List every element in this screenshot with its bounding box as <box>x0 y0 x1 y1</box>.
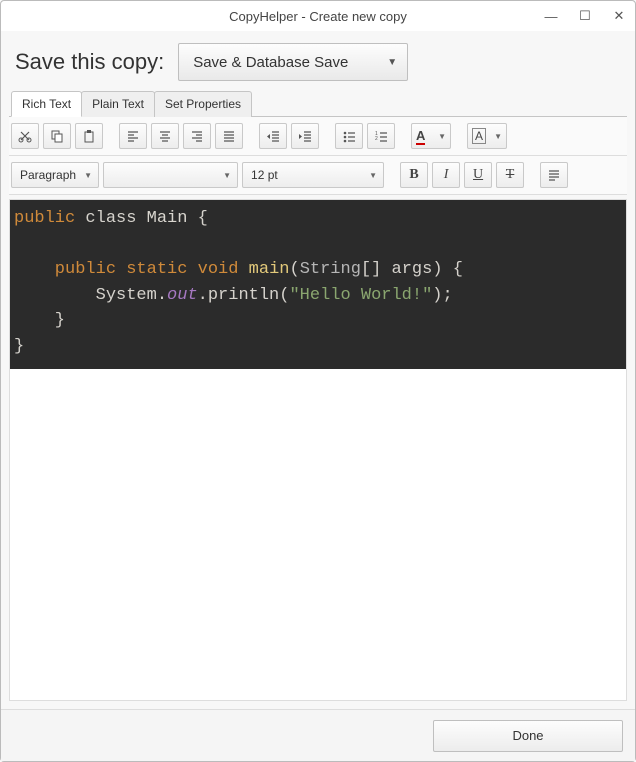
block-format-combo[interactable]: Paragraph ▼ <box>11 162 99 188</box>
chevron-down-icon: ▼ <box>494 132 502 141</box>
align-right-icon <box>190 129 204 143</box>
content-area: Save this copy: Save & Database Save ▼ R… <box>1 31 635 709</box>
editor-area[interactable]: public class Main { public static void m… <box>9 199 627 701</box>
toolbar-row-1: 12 A ▼ A ▼ <box>9 117 627 156</box>
chevron-down-icon: ▼ <box>369 171 377 180</box>
align-center-icon <box>158 129 172 143</box>
underline-icon: U <box>473 167 483 183</box>
indent-icon <box>298 129 312 143</box>
font-size-combo[interactable]: 12 pt ▼ <box>242 162 384 188</box>
text-color-icon: A <box>416 128 425 145</box>
font-family-combo[interactable]: ▼ <box>103 162 238 188</box>
align-left-button[interactable] <box>119 123 147 149</box>
chevron-down-icon: ▼ <box>438 132 446 141</box>
tab-set-properties[interactable]: Set Properties <box>154 91 252 117</box>
window-controls: — ☐ ✕ <box>541 1 629 31</box>
align-justify-icon <box>222 129 236 143</box>
numbered-list-icon: 12 <box>374 129 388 143</box>
align-center-button[interactable] <box>151 123 179 149</box>
save-row: Save this copy: Save & Database Save ▼ <box>9 31 627 91</box>
bold-button[interactable]: B <box>400 162 428 188</box>
indent-button[interactable] <box>291 123 319 149</box>
clear-format-icon <box>547 168 561 182</box>
highlight-button[interactable]: A ▼ <box>467 123 507 149</box>
paste-icon <box>82 129 96 143</box>
numbered-list-button[interactable]: 12 <box>367 123 395 149</box>
strikethrough-button[interactable]: T <box>496 162 524 188</box>
toolbar-row-2: Paragraph ▼ ▼ 12 pt ▼ B I U T <box>9 156 627 195</box>
scissors-icon <box>18 129 32 143</box>
tab-plain-text[interactable]: Plain Text <box>81 91 155 117</box>
maximize-button[interactable]: ☐ <box>575 8 595 24</box>
window-title: CopyHelper - Create new copy <box>229 9 407 24</box>
close-button[interactable]: ✕ <box>609 8 629 24</box>
tab-bar: Rich Text Plain Text Set Properties <box>9 91 627 117</box>
align-right-button[interactable] <box>183 123 211 149</box>
chevron-down-icon: ▼ <box>223 171 231 180</box>
app-window: CopyHelper - Create new copy — ☐ ✕ Save … <box>0 0 636 762</box>
highlight-icon: A <box>472 128 486 144</box>
text-color-button[interactable]: A ▼ <box>411 123 451 149</box>
minimize-button[interactable]: — <box>541 9 561 24</box>
bullet-list-icon <box>342 129 356 143</box>
svg-text:2: 2 <box>375 136 378 142</box>
bold-icon: B <box>409 167 418 183</box>
footer: Done <box>1 709 635 761</box>
tab-rich-text[interactable]: Rich Text <box>11 91 82 117</box>
chevron-down-icon: ▼ <box>84 171 92 180</box>
align-justify-button[interactable] <box>215 123 243 149</box>
done-button[interactable]: Done <box>433 720 623 752</box>
underline-button[interactable]: U <box>464 162 492 188</box>
outdent-button[interactable] <box>259 123 287 149</box>
cut-button[interactable] <box>11 123 39 149</box>
outdent-icon <box>266 129 280 143</box>
save-label: Save this copy: <box>15 49 164 75</box>
block-format-value: Paragraph <box>20 168 76 182</box>
font-size-value: 12 pt <box>251 168 278 182</box>
align-left-icon <box>126 129 140 143</box>
paste-button[interactable] <box>75 123 103 149</box>
bullet-list-button[interactable] <box>335 123 363 149</box>
copy-icon <box>50 129 64 143</box>
save-mode-value: Save & Database Save <box>193 54 348 71</box>
clear-format-button[interactable] <box>540 162 568 188</box>
italic-icon: I <box>444 167 449 183</box>
italic-button[interactable]: I <box>432 162 460 188</box>
code-content: public class Main { public static void m… <box>10 200 626 369</box>
strike-icon: T <box>506 167 515 183</box>
copy-button[interactable] <box>43 123 71 149</box>
titlebar: CopyHelper - Create new copy — ☐ ✕ <box>1 1 635 31</box>
chevron-down-icon: ▼ <box>387 57 397 68</box>
save-mode-combo[interactable]: Save & Database Save ▼ <box>178 43 408 81</box>
